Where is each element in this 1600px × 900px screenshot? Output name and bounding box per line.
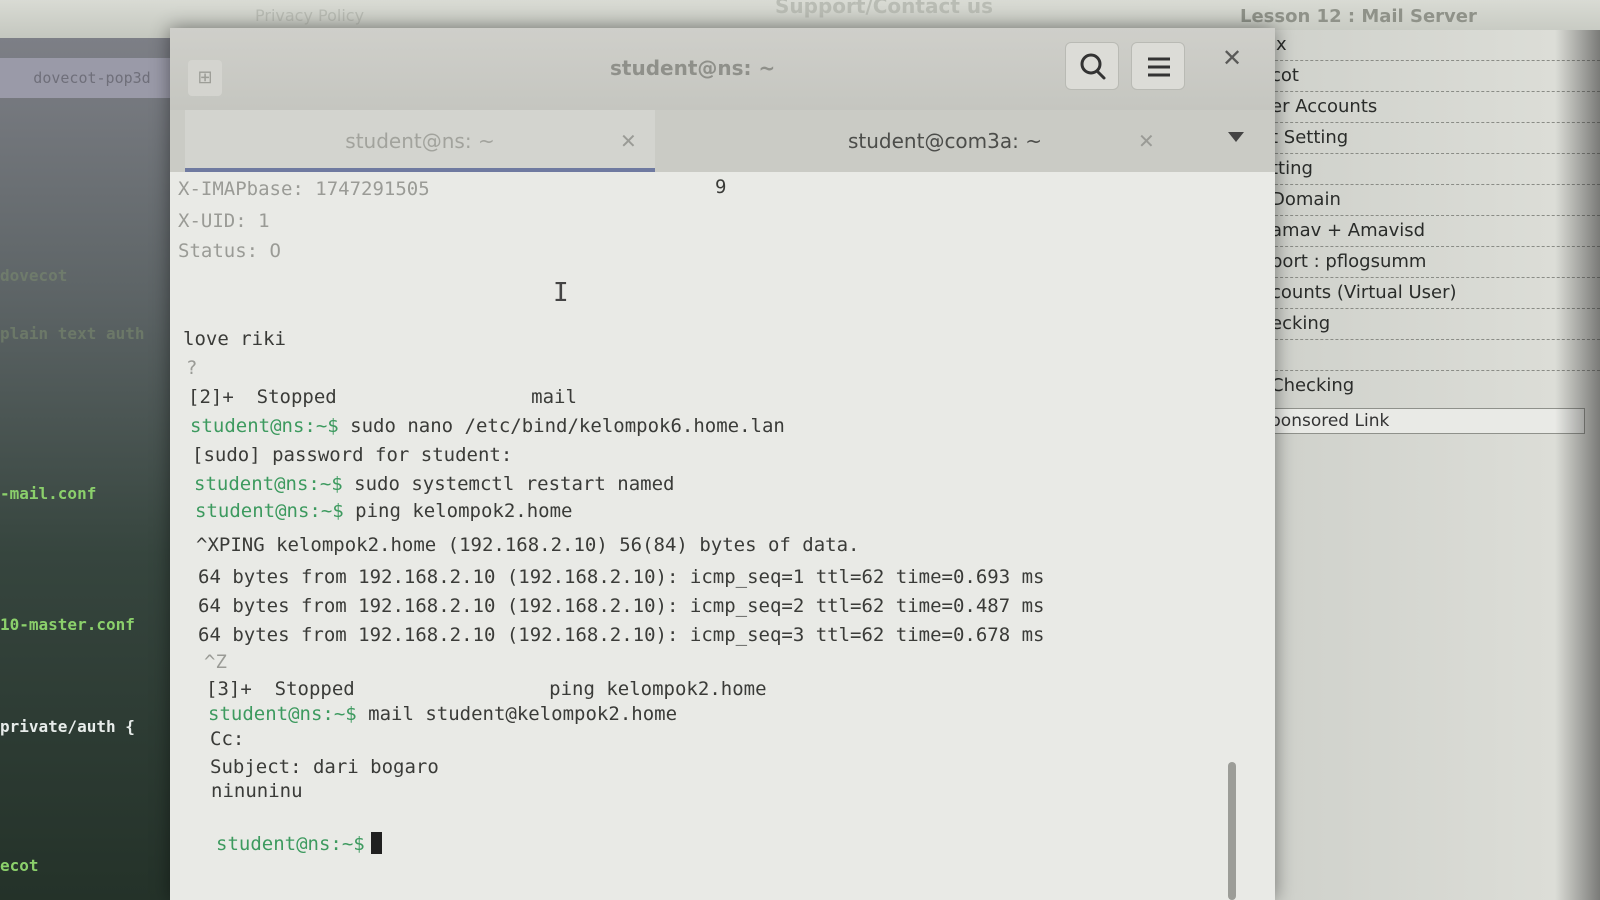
output-line: ^Z <box>204 651 227 673</box>
output-line: love riki <box>183 328 286 350</box>
sidebar-item[interactable]: cot <box>1265 61 1600 92</box>
tab-bar: student@ns: ~ ✕ student@com3a: ~ ✕ <box>170 110 1275 172</box>
output-line: X-UID: 1 <box>178 210 270 232</box>
sidebar-item[interactable]: ecking <box>1265 309 1600 340</box>
output-line: 9 <box>715 176 727 198</box>
text-cursor-icon: I <box>553 278 569 308</box>
sidebar-item[interactable]: tting <box>1265 154 1600 185</box>
tab-list-dropdown-icon[interactable] <box>1228 132 1244 142</box>
editor-tab: dovecot-pop3d <box>0 58 180 98</box>
output-line: [3]+ Stopped ping kelompok2.home <box>206 678 767 700</box>
sidebar-item[interactable]: port : pflogsumm <box>1265 247 1600 278</box>
editor-line: -mail.conf <box>0 484 97 503</box>
close-window-button[interactable]: ✕ <box>1222 44 1242 72</box>
shell-prompt: student@ns:~$ <box>190 415 339 437</box>
scrollbar[interactable] <box>1228 762 1236 900</box>
window-title: student@ns: ~ <box>610 56 776 80</box>
tab-student-ns[interactable]: student@ns: ~ ✕ <box>185 110 655 172</box>
command-text: ping kelompok2.home <box>343 500 573 522</box>
shell-prompt: student@ns:~$ <box>195 500 344 522</box>
editor-line: ecot <box>0 856 39 875</box>
command-line[interactable]: student@ns:~$ <box>216 832 382 855</box>
output-line: ? <box>186 357 198 379</box>
edge-shadow <box>1555 30 1600 900</box>
lesson-title: Lesson 12 : Mail Server <box>1240 6 1477 27</box>
output-line: X-IMAPbase: 1747291505 <box>178 178 430 200</box>
command-text: sudo nano /etc/bind/kelompok6.home.lan <box>338 415 785 437</box>
new-tab-icon: ⊞ <box>197 67 213 88</box>
terminal-output[interactable]: X-IMAPbase: 1747291505 9 X-UID: 1 Status… <box>178 172 1246 900</box>
privacy-policy-link: Privacy Policy <box>255 6 365 25</box>
editor-line: dovecot <box>0 266 68 285</box>
output-line: ninuninu <box>211 780 303 802</box>
background-sidebar: ix cot er Accounts t Setting tting Domai… <box>1265 30 1600 900</box>
close-tab-icon[interactable]: ✕ <box>620 110 637 172</box>
search-icon <box>1080 53 1106 80</box>
command-text: mail student@kelompok2.home <box>356 703 678 725</box>
command-line: student@ns:~$ mail student@kelompok2.hom… <box>208 703 677 725</box>
command-line: student@ns:~$ sudo nano /etc/bind/kelomp… <box>190 415 785 437</box>
sidebar-item[interactable]: Checking <box>1265 371 1600 402</box>
output-line: Status: O <box>178 240 281 262</box>
sidebar-item[interactable]: er Accounts <box>1265 92 1600 123</box>
output-line: 64 bytes from 192.168.2.10 (192.168.2.10… <box>198 624 1045 646</box>
output-line: [2]+ Stopped mail <box>188 386 577 408</box>
sidebar-item[interactable]: amav + Amavisd <box>1265 216 1600 247</box>
command-line: student@ns:~$ sudo systemctl restart nam… <box>194 473 674 495</box>
close-icon: ✕ <box>1222 44 1243 72</box>
sidebar-item[interactable]: Domain <box>1265 185 1600 216</box>
output-line: 64 bytes from 192.168.2.10 (192.168.2.10… <box>198 595 1045 617</box>
sidebar-item[interactable] <box>1265 340 1600 371</box>
command-text: sudo systemctl restart named <box>342 473 675 495</box>
shell-prompt: student@ns:~$ <box>194 473 343 495</box>
sidebar-item[interactable]: counts (Virtual User) <box>1265 278 1600 309</box>
search-button[interactable] <box>1065 42 1119 90</box>
editor-line: private/auth { <box>0 717 135 736</box>
output-line: Cc: <box>210 728 245 750</box>
hamburger-menu-icon <box>1148 57 1170 77</box>
terminal-titlebar[interactable]: ⊞ student@ns: ~ ✕ <box>170 28 1275 110</box>
output-line: [sudo] password for student: <box>192 444 513 466</box>
tab-label: student@com3a: ~ <box>847 129 1042 153</box>
editor-line: 10-master.conf <box>0 615 135 634</box>
shell-prompt: student@ns:~$ <box>216 833 365 855</box>
tab-label: student@ns: ~ <box>345 129 495 153</box>
editor-line: plain text auth <box>0 324 145 343</box>
background-editor: dovecot-pop3d dovecot plain text auth -m… <box>0 38 180 900</box>
menu-button[interactable] <box>1131 42 1185 90</box>
terminal-caret <box>370 832 382 854</box>
tab-student-com3a[interactable]: student@com3a: ~ ✕ <box>660 110 1230 172</box>
new-tab-button[interactable]: ⊞ <box>188 60 222 96</box>
shell-prompt: student@ns:~$ <box>208 703 357 725</box>
close-tab-icon[interactable]: ✕ <box>1138 110 1155 172</box>
output-line: 64 bytes from 192.168.2.10 (192.168.2.10… <box>198 566 1045 588</box>
sidebar-item[interactable]: t Setting <box>1265 123 1600 154</box>
sidebar-item[interactable]: ix <box>1265 30 1600 61</box>
output-line: ^XPING kelompok2.home (192.168.2.10) 56(… <box>196 534 860 556</box>
support-contact-link: Support/Contact us <box>775 0 993 18</box>
command-line: student@ns:~$ ping kelompok2.home <box>195 500 573 522</box>
sponsored-link-header: ponsored Link <box>1265 408 1585 434</box>
terminal-window[interactable]: ⊞ student@ns: ~ ✕ student@ns: ~ ✕ studen… <box>170 28 1275 900</box>
output-line: Subject: dari bogaro <box>210 756 439 778</box>
